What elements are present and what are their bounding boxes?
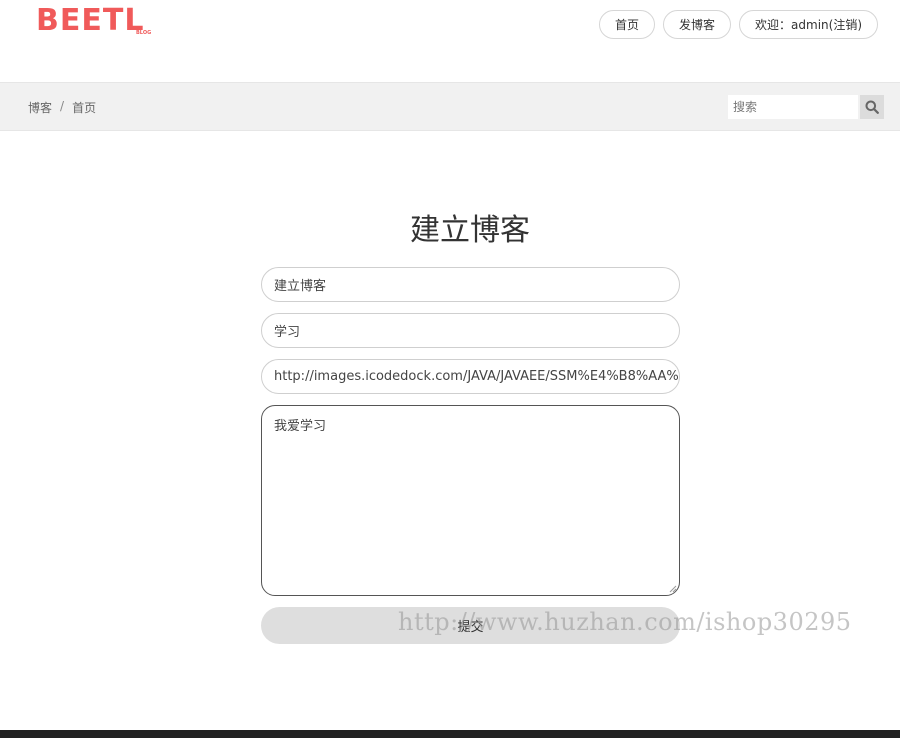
nav-post-blog-button[interactable]: 发博客 [663, 10, 732, 39]
page-title: 建立博客 [410, 213, 530, 248]
blog-content-text: 我爱学习 [274, 419, 327, 434]
search-icon [865, 100, 879, 114]
blog-image-url-input[interactable]: http://images.icodedock.com/JAVA/JAVAEE/… [261, 359, 680, 394]
breadcrumb-bar: 博客 / 首页 [0, 82, 900, 131]
resize-grip-icon[interactable] [669, 585, 677, 593]
breadcrumb-item-home[interactable]: 首页 [72, 99, 96, 116]
blog-category-input[interactable]: 学习 [261, 313, 680, 348]
nav-home-button[interactable]: 首页 [599, 10, 656, 39]
search-input[interactable] [728, 95, 858, 119]
breadcrumb-separator: / [60, 99, 65, 113]
footer [0, 730, 900, 738]
site-logo[interactable]: BEETL BLOG [36, 3, 151, 38]
site-header: BEETL BLOG 首页 发博客 欢迎：admin(注销) [0, 0, 900, 82]
submit-button[interactable]: 提交 [261, 607, 680, 644]
logo-subtext: BLOG [136, 30, 152, 36]
blog-title-input[interactable]: 建立博客 [261, 267, 680, 302]
search-button[interactable] [860, 95, 884, 119]
logo-text: BEETL [36, 3, 145, 38]
search-box [728, 95, 884, 119]
breadcrumb-item-blog[interactable]: 博客 [28, 99, 52, 116]
nav-user-logout-button[interactable]: 欢迎：admin(注销) [739, 10, 878, 39]
blog-content-textarea[interactable]: 我爱学习 [261, 405, 680, 596]
top-nav: 首页 发博客 欢迎：admin(注销) [599, 10, 878, 39]
breadcrumb: 博客 / 首页 [28, 99, 96, 116]
